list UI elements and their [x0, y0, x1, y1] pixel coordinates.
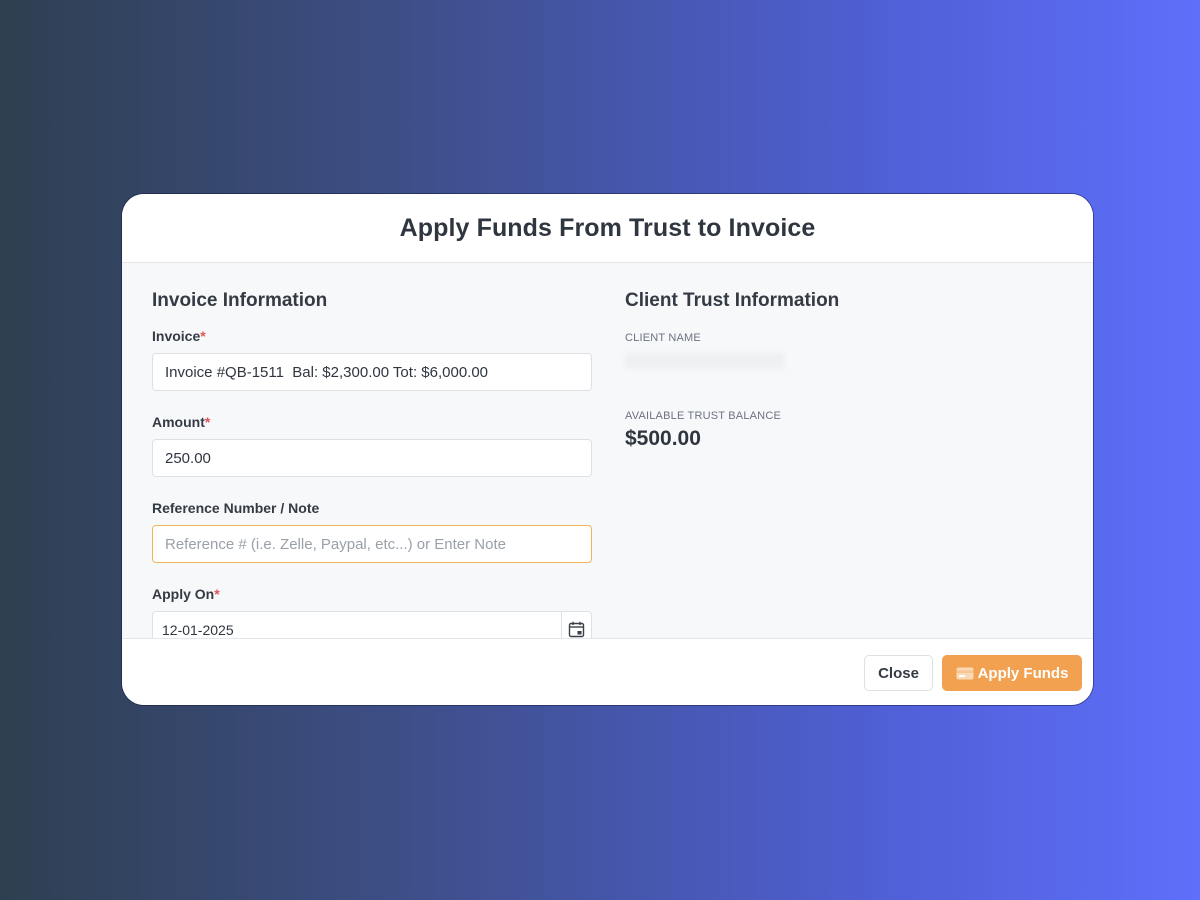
- amount-input[interactable]: 250.00: [152, 439, 592, 477]
- apply-funds-label: Apply Funds: [977, 664, 1069, 682]
- modal-header: Apply Funds From Trust to Invoice: [122, 194, 1093, 263]
- required-marker: *: [214, 586, 220, 602]
- amount-label: Amount*: [152, 414, 211, 430]
- calendar-icon: [568, 621, 585, 638]
- modal-title: Apply Funds From Trust to Invoice: [399, 213, 816, 242]
- apply-on-label: Apply On*: [152, 586, 220, 602]
- close-button[interactable]: Close: [864, 655, 933, 691]
- invoice-label: Invoice*: [152, 328, 206, 344]
- credit-card-icon: [956, 667, 974, 680]
- apply-funds-button[interactable]: Apply Funds: [942, 655, 1082, 691]
- modal-footer: Close Apply Funds: [122, 638, 1093, 705]
- trust-balance-label: AVAILABLE TRUST BALANCE: [625, 410, 782, 422]
- required-marker: *: [200, 328, 206, 344]
- required-marker: *: [204, 414, 211, 430]
- reference-input[interactable]: [152, 525, 592, 563]
- modal-body: Invoice Information Invoice* Invoice #QB…: [122, 263, 1093, 648]
- invoice-section-title: Invoice Information: [152, 290, 328, 311]
- trust-section-title: Client Trust Information: [625, 290, 840, 311]
- trust-balance-value: $500.00: [625, 427, 701, 450]
- invoice-information-section: Invoice Information Invoice* Invoice #QB…: [152, 289, 592, 648]
- client-name-value-redacted: [625, 353, 785, 369]
- client-name-label: CLIENT NAME: [625, 332, 701, 344]
- reference-label: Reference Number / Note: [152, 500, 320, 516]
- apply-funds-modal: Apply Funds From Trust to Invoice Invoic…: [122, 194, 1093, 705]
- client-trust-section: Client Trust Information CLIENT NAME AVA…: [625, 289, 1055, 452]
- invoice-select[interactable]: Invoice #QB-1511 Bal: $2,300.00 Tot: $6,…: [152, 353, 592, 391]
